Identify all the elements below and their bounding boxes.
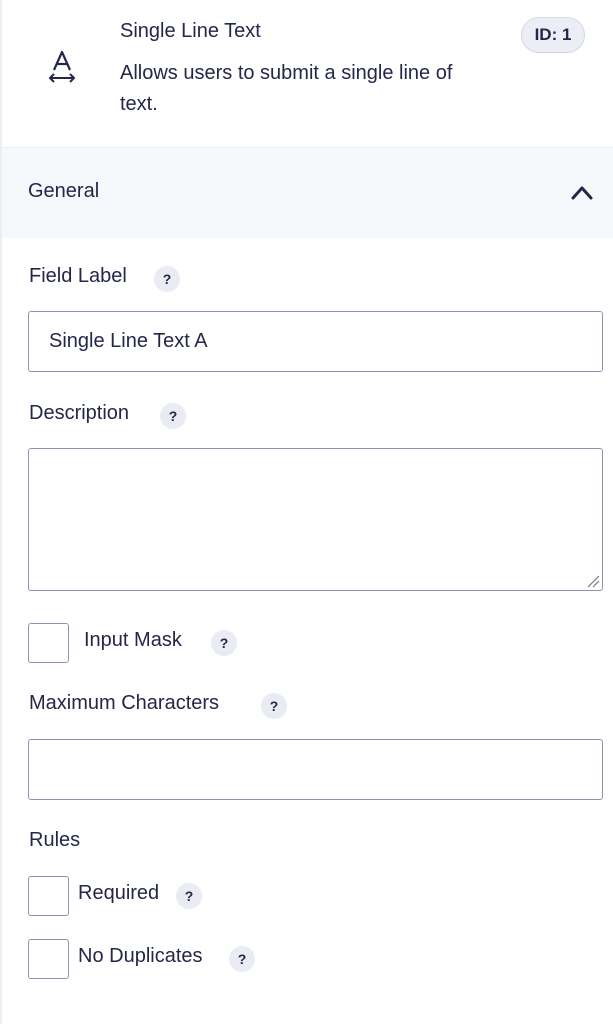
input-mask-checkbox[interactable] <box>28 623 69 663</box>
description-help-icon[interactable]: ? <box>160 403 186 429</box>
field-label-label: Field Label <box>29 265 127 287</box>
required-label: Required <box>78 882 160 904</box>
no-duplicates-label: No Duplicates <box>78 945 203 967</box>
maximum-characters-input[interactable] <box>28 739 603 800</box>
maximum-characters-help-icon[interactable]: ? <box>261 693 287 719</box>
text-field-icon <box>48 50 76 83</box>
field-id-badge: ID: 1 <box>521 17 585 53</box>
chevron-up-icon[interactable] <box>568 180 596 204</box>
general-section-header[interactable]: General <box>2 148 613 238</box>
required-checkbox[interactable] <box>28 876 69 916</box>
field-title: Single Line Text <box>120 20 261 42</box>
section-title: General <box>28 180 100 202</box>
required-help-icon[interactable]: ? <box>176 883 202 909</box>
field-label-input[interactable] <box>28 311 603 372</box>
field-header: Single Line Text Allows users to submit … <box>2 0 613 148</box>
input-mask-help-icon[interactable]: ? <box>211 630 237 656</box>
no-duplicates-help-icon[interactable]: ? <box>229 946 255 972</box>
field-description: Allows users to submit a single line of … <box>120 62 453 115</box>
field-label-help-icon[interactable]: ? <box>154 266 180 292</box>
description-label: Description <box>29 402 130 424</box>
rules-label: Rules <box>29 829 81 851</box>
description-textarea[interactable] <box>28 448 603 591</box>
maximum-characters-label: Maximum Characters <box>29 692 220 714</box>
no-duplicates-checkbox[interactable] <box>28 939 69 979</box>
field-settings-panel: Single Line Text Allows users to submit … <box>0 0 613 1024</box>
resize-handle-icon[interactable] <box>586 574 600 588</box>
input-mask-label: Input Mask <box>84 629 182 651</box>
